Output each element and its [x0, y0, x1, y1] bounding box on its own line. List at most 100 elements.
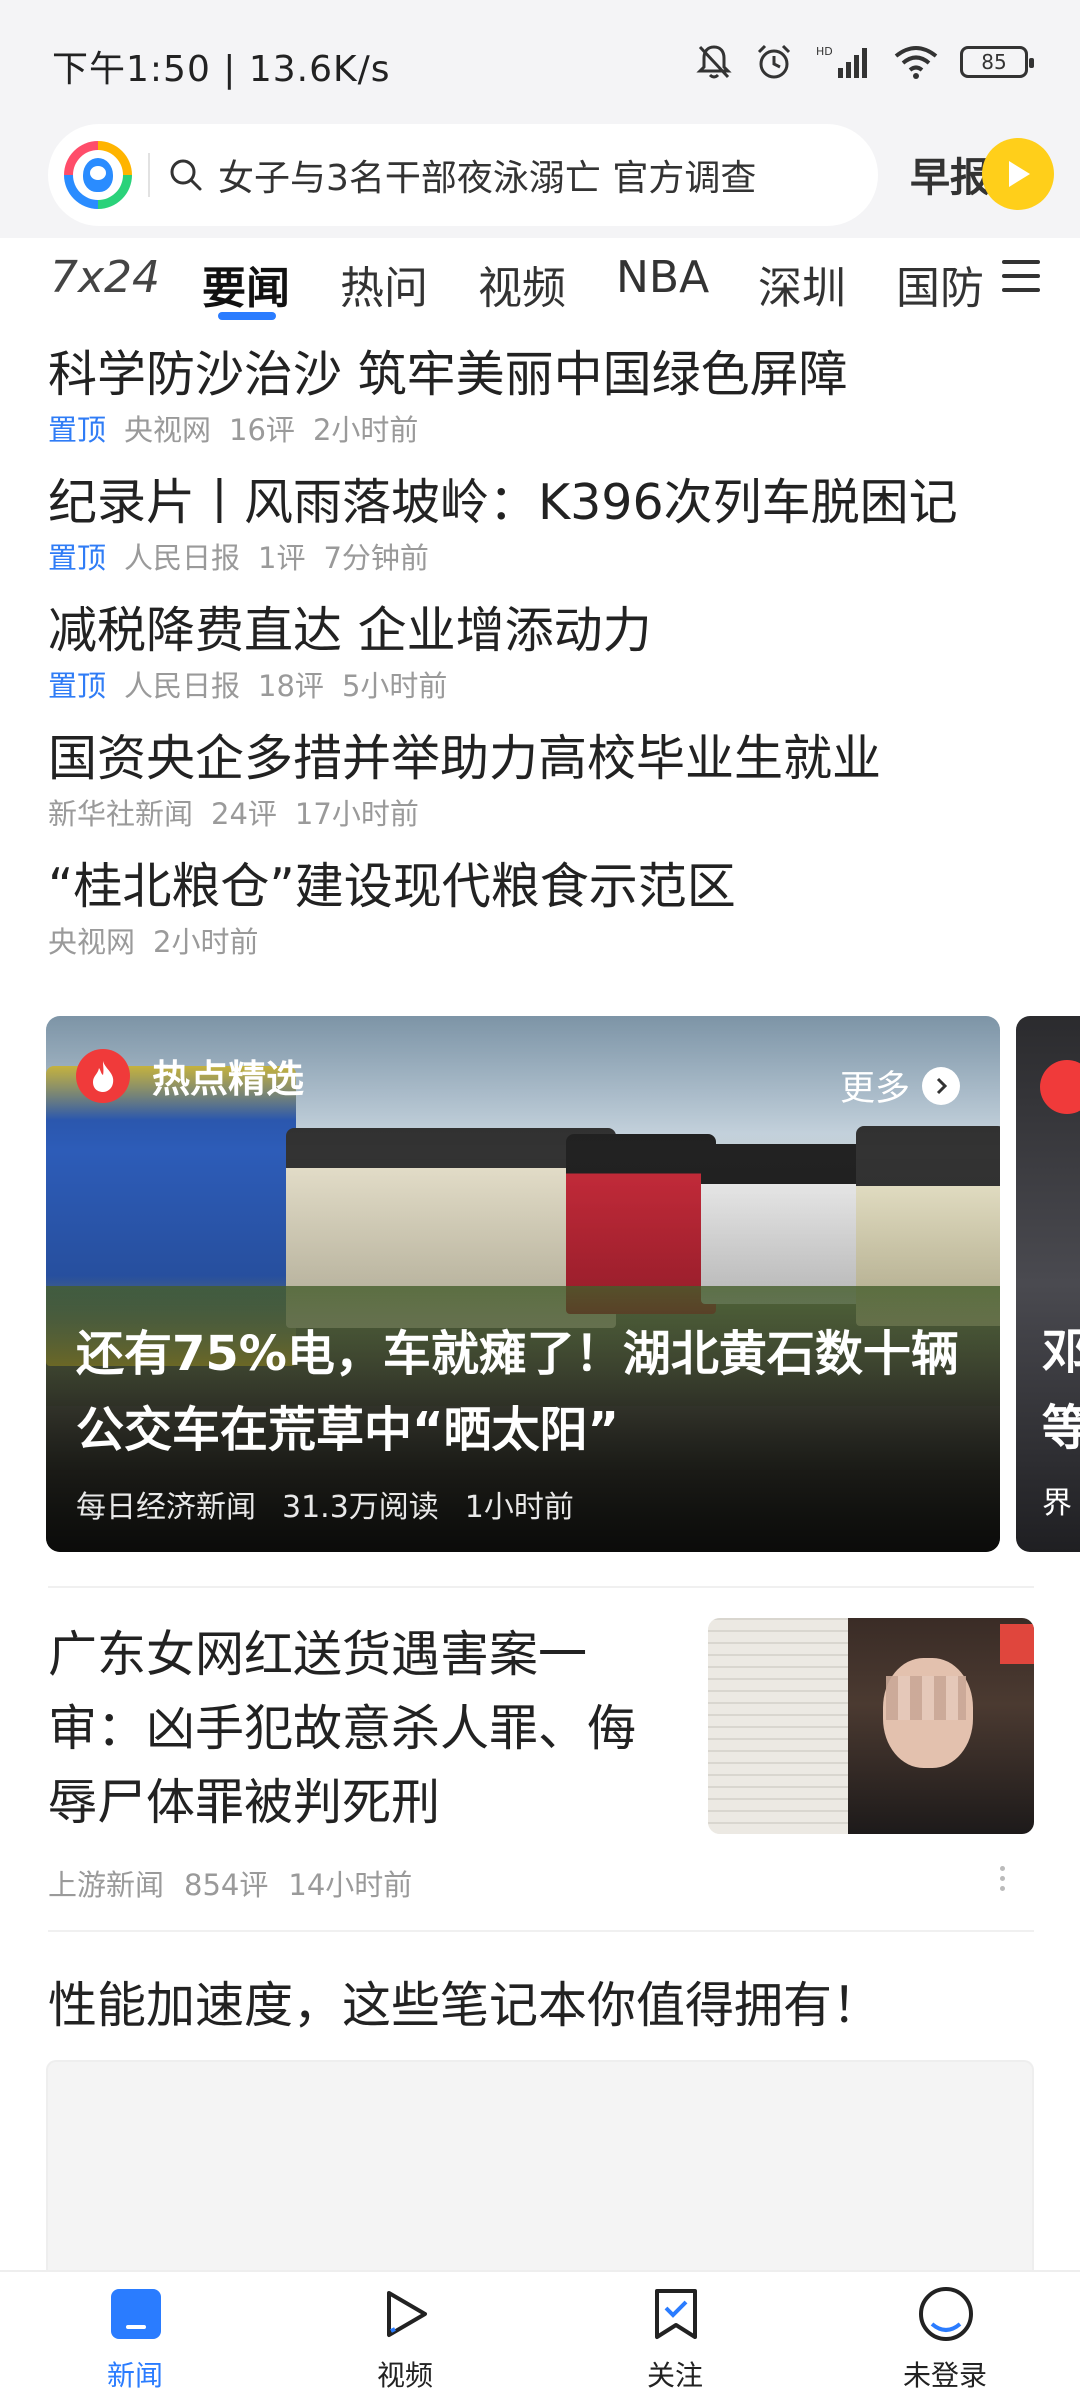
svg-text:HD: HD [816, 45, 833, 58]
news-time: 7分钟前 [323, 541, 429, 575]
morning-report-button[interactable]: 早报 [910, 134, 1054, 214]
nav-news[interactable]: 新闻 [0, 2272, 270, 2400]
hd-signal-icon: HD [816, 45, 867, 78]
search-separator [148, 153, 150, 197]
profile-icon [918, 2286, 974, 2342]
news-title: 纪录片丨风雨落坡岭：K396次列车脱困记 [48, 474, 958, 531]
chevron-right-icon [922, 1066, 960, 1105]
list-item[interactable]: “桂北粮仓”建设现代粮食示范区 央视网 2小时前 [48, 852, 1038, 980]
news-meta: 置顶 人民日报 1评 7分钟前 [48, 538, 1038, 578]
nav-follow[interactable]: 关注 [540, 2272, 810, 2400]
news-meta: 置顶 人民日报 18评 5小时前 [48, 666, 1038, 706]
tab-7x24[interactable]: 7x24 [50, 252, 160, 303]
article-title: 广东女网红送货遇害案一审：凶手犯故意杀人罪、侮辱尸体罪被判死刑 [48, 1626, 637, 1831]
follow-bookmark-icon [648, 2286, 704, 2342]
nav-label: 新闻 [106, 2359, 163, 2392]
news-time: 1小时前 [464, 1490, 574, 1525]
hot-news-title: 还有75%电，车就瘫了！湖北黄石数十辆公交车在荒草中“晒太阳” [76, 1326, 959, 1458]
list-item[interactable]: 科学防沙治沙 筑牢美丽中国绿色屏障 置顶 央视网 16评 2小时前 [48, 340, 1038, 468]
search-input[interactable]: 女子与3名干部夜泳溺亡 官方调查 [218, 149, 756, 201]
news-title: 科学防沙治沙 筑牢美丽中国绿色屏障 [48, 346, 848, 403]
news-time: 2小时前 [312, 413, 419, 447]
ad-image-placeholder[interactable] [46, 2060, 1034, 2280]
video-play-icon [378, 2286, 434, 2342]
logo-inner [73, 150, 123, 200]
tab-video[interactable]: 视频 [478, 252, 566, 316]
list-item[interactable]: 减税降费直达 企业增添动力 置顶 人民日报 18评 5小时前 [48, 596, 1038, 724]
search-header: 女子与3名干部夜泳溺亡 官方调查 早报 [0, 110, 1080, 238]
app-logo[interactable] [64, 141, 132, 209]
more-label: 更多 [839, 1069, 910, 1109]
news-source: 央视网 [48, 925, 136, 959]
channel-tabs: 7x24 要闻 热问 视频 NBA 深圳 国防 [0, 238, 1080, 330]
news-source: 人民日报 [124, 541, 241, 575]
news-time: 2小时前 [153, 925, 259, 959]
logo-bird-icon [83, 158, 113, 192]
news-source: 上游新闻 [48, 1868, 165, 1902]
fire-icon [76, 1048, 130, 1103]
tab-headlines[interactable]: 要闻 [202, 252, 290, 316]
tab-nba[interactable]: NBA [616, 252, 709, 303]
status-icons: HD 85 [696, 40, 1034, 84]
search-bar[interactable]: 女子与3名干部夜泳溺亡 官方调查 [48, 124, 878, 226]
news-comments: 854评 [184, 1868, 269, 1902]
list-item[interactable]: 国资央企多措并举助力高校毕业生就业 新华社新闻 24评 17小时前 [48, 724, 1038, 852]
news-source: 人民日报 [124, 669, 241, 703]
pinned-badge: 置顶 [48, 541, 107, 575]
mute-icon [696, 45, 732, 79]
article-thumbnail [708, 1618, 1034, 1834]
news-time: 17小时前 [294, 797, 419, 831]
nav-label: 视频 [376, 2359, 433, 2392]
thumb-mosaic [886, 1676, 966, 1720]
morning-report-label: 早报 [910, 155, 990, 201]
ad-title[interactable]: 性能加速度，这些笔记本你值得拥有！ [48, 1966, 881, 2037]
news-time: 14小时前 [288, 1868, 413, 1902]
news-source: 央视网 [124, 413, 212, 447]
peek-text: 等 [1042, 1400, 1080, 1456]
peek-text: 邓 [1042, 1324, 1080, 1380]
play-arrow-icon [982, 138, 1054, 210]
news-title: 国资央企多措并举助力高校毕业生就业 [48, 730, 882, 787]
divider [48, 1586, 1034, 1588]
battery-icon: 85 [960, 46, 1034, 78]
wifi-icon [894, 46, 938, 79]
next-hot-card-peek[interactable]: 邓 等 界 [1016, 1016, 1080, 1552]
hot-picks-card[interactable]: 热点精选 更多 还有75%电，车就瘫了！湖北黄石数十辆公交车在荒草中“晒太阳” … [46, 1016, 1000, 1552]
news-source: 每日经济新闻 [76, 1490, 256, 1525]
divider [48, 1930, 1034, 1932]
nav-profile[interactable]: 未登录 [810, 2272, 1080, 2400]
news-comments: 1评 [258, 541, 306, 575]
status-bar: 下午1:50 | 13.6K/s HD 85 [0, 0, 1080, 120]
news-reads: 31.3万阅读 [282, 1490, 439, 1525]
status-time: 下午1:50 | 13.6K/s [52, 49, 391, 90]
news-comments: 24评 [211, 797, 277, 831]
news-icon [108, 2286, 164, 2342]
news-meta: 新华社新闻 24评 17小时前 [48, 794, 1038, 834]
pinned-badge: 置顶 [48, 669, 107, 703]
bottom-nav: 新闻 视频 关注 未登录 [0, 2270, 1080, 2400]
active-tab-indicator [218, 312, 276, 320]
news-source: 新华社新闻 [48, 797, 194, 831]
news-meta: 央视网 2小时前 [48, 922, 1038, 962]
nav-label: 关注 [646, 2359, 703, 2392]
list-item[interactable]: 纪录片丨风雨落坡岭：K396次列车脱困记 置顶 人民日报 1评 7分钟前 [48, 468, 1038, 596]
peek-text: 界 [1042, 1486, 1072, 1521]
more-link[interactable]: 更多 [840, 1060, 960, 1111]
news-time: 5小时前 [341, 669, 448, 703]
tab-defense[interactable]: 国防 [896, 252, 984, 316]
news-article[interactable]: 广东女网红送货遇害案一审：凶手犯故意杀人罪、侮辱尸体罪被判死刑 上游新闻 854评… [48, 1618, 1034, 1902]
news-comments: 18评 [258, 669, 324, 703]
news-comments: 16评 [229, 413, 295, 447]
tab-shenzhen[interactable]: 深圳 [758, 252, 846, 316]
news-title: 减税降费直达 企业增添动力 [48, 602, 652, 659]
tab-hot-questions[interactable]: 热问 [340, 252, 428, 316]
more-options-icon[interactable] [1000, 1866, 1006, 1896]
pinned-badge: 置顶 [48, 413, 107, 447]
nav-label: 未登录 [902, 2359, 987, 2392]
thumb-document [708, 1618, 858, 1834]
menu-icon[interactable] [1002, 260, 1040, 302]
nav-video[interactable]: 视频 [270, 2272, 540, 2400]
article-meta: 上游新闻 854评 14小时前 [48, 1862, 432, 1904]
hot-picks-label: 热点精选 [152, 1057, 305, 1101]
hot-picks-badge: 热点精选 [76, 1048, 304, 1103]
